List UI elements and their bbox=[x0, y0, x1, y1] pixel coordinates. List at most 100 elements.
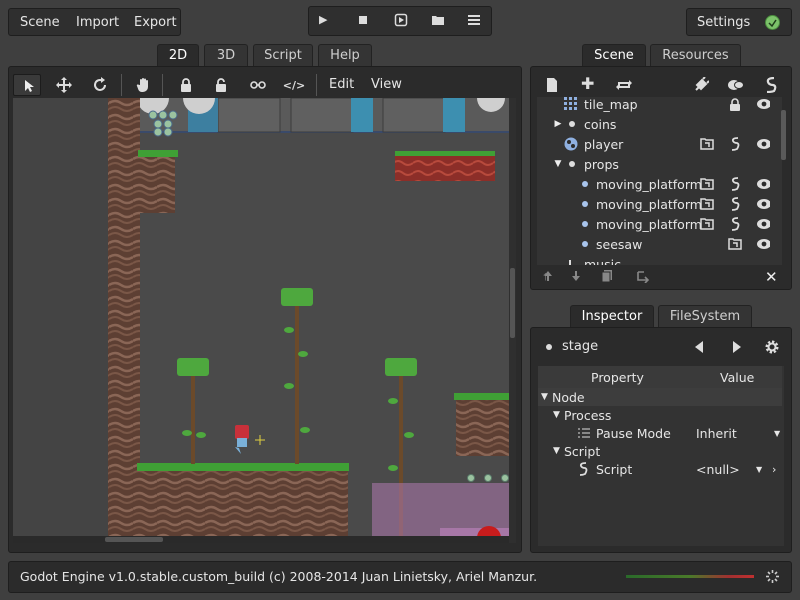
history-forward-icon[interactable] bbox=[731, 339, 743, 355]
rotate-tool-icon[interactable] bbox=[87, 75, 113, 95]
collapse-arrow-icon[interactable]: ▼ bbox=[553, 410, 560, 420]
node-dot-icon bbox=[545, 343, 553, 351]
play-scene-icon[interactable] bbox=[394, 13, 408, 27]
scene-tree: tile_map ▶ coins player ▼ props moving_p… bbox=[537, 97, 782, 265]
script-icon[interactable] bbox=[728, 177, 742, 191]
collapse-arrow-icon[interactable]: ▼ bbox=[551, 157, 565, 171]
tree-item-moving-platform[interactable]: moving_platform bbox=[537, 194, 779, 214]
replace-node-icon[interactable] bbox=[615, 77, 633, 93]
view-menu[interactable]: View bbox=[371, 77, 402, 92]
property-header: Property Value bbox=[538, 366, 782, 388]
tab-inspector[interactable]: Inspector bbox=[570, 305, 654, 327]
node-dot-icon bbox=[578, 217, 592, 231]
script-icon[interactable] bbox=[764, 77, 778, 93]
menu-scene[interactable]: Scene bbox=[20, 15, 60, 30]
code-icon[interactable]: </> bbox=[281, 75, 307, 95]
move-up-icon[interactable] bbox=[543, 270, 553, 282]
gear-icon[interactable] bbox=[764, 339, 780, 355]
delete-node-icon[interactable]: ✕ bbox=[765, 268, 778, 286]
tab-3d[interactable]: 3D bbox=[204, 44, 248, 66]
open-scene-icon[interactable] bbox=[700, 217, 714, 231]
select-tool-button[interactable] bbox=[13, 74, 41, 96]
new-node-icon[interactable] bbox=[545, 77, 559, 93]
script-icon[interactable] bbox=[728, 137, 742, 151]
expand-arrow-icon[interactable]: ▶ bbox=[551, 117, 565, 131]
scene-tree-scrollbar[interactable] bbox=[781, 110, 786, 160]
tree-item-seesaw[interactable]: seesaw bbox=[537, 234, 779, 254]
reparent-icon[interactable] bbox=[636, 269, 650, 283]
connect-signal-icon[interactable] bbox=[693, 77, 709, 93]
section-process[interactable]: ▼ Process bbox=[538, 406, 782, 424]
dropdown-arrow-icon[interactable]: ▼ bbox=[756, 465, 762, 474]
tree-item-label: moving_platform bbox=[596, 176, 702, 192]
property-label: Pause Mode bbox=[596, 425, 671, 441]
collapse-arrow-icon[interactable]: ▼ bbox=[553, 446, 560, 456]
menu-import[interactable]: Import bbox=[76, 15, 119, 30]
add-node-icon[interactable]: ✚ bbox=[581, 76, 594, 92]
dropdown-arrow-icon[interactable]: ▼ bbox=[774, 429, 780, 438]
section-script[interactable]: ▼ Script bbox=[538, 442, 782, 460]
property-table: Property Value ▼ Node ▼ Process Pause Mo… bbox=[538, 366, 784, 546]
pause-mode-dropdown[interactable]: Inherit bbox=[696, 426, 737, 441]
collapse-arrow-icon[interactable]: ▼ bbox=[541, 392, 548, 402]
open-scene-icon[interactable] bbox=[700, 177, 714, 191]
tree-item-tile-map[interactable]: tile_map bbox=[537, 97, 779, 114]
script-icon[interactable] bbox=[728, 197, 742, 211]
property-script[interactable]: Script <null> ▼ › bbox=[538, 460, 782, 478]
move-down-icon[interactable] bbox=[571, 270, 581, 282]
open-scene-icon[interactable] bbox=[700, 197, 714, 211]
tree-item-player[interactable]: player bbox=[537, 134, 779, 154]
script-value-field[interactable]: <null> bbox=[696, 462, 740, 477]
menu-export[interactable]: Export bbox=[134, 15, 177, 30]
tab-help[interactable]: Help bbox=[318, 44, 372, 66]
lock-icon[interactable] bbox=[728, 97, 742, 111]
property-label: Script bbox=[596, 461, 633, 477]
visibility-eye-icon[interactable] bbox=[756, 197, 770, 211]
open-scene-icon[interactable] bbox=[700, 137, 714, 151]
group-icon[interactable] bbox=[245, 75, 271, 95]
tree-item-coins[interactable]: ▶ coins bbox=[537, 114, 779, 134]
groups-icon[interactable] bbox=[727, 78, 745, 92]
toolbar-divider bbox=[162, 74, 163, 96]
open-scene-icon[interactable] bbox=[728, 237, 742, 251]
tree-item-music[interactable]: music bbox=[537, 254, 779, 265]
chevron-right-icon[interactable]: › bbox=[772, 463, 776, 476]
tab-script[interactable]: Script bbox=[253, 44, 313, 66]
section-label: Node bbox=[552, 389, 585, 405]
history-back-icon[interactable] bbox=[693, 339, 705, 355]
top-menu-bar: Scene Import Export bbox=[8, 8, 181, 36]
node-dot-icon bbox=[565, 157, 579, 171]
tree-item-label: music bbox=[584, 256, 621, 266]
game-canvas[interactable] bbox=[13, 98, 516, 543]
tree-item-label: moving_platform bbox=[596, 216, 702, 232]
unlock-icon[interactable] bbox=[208, 75, 234, 95]
tab-filesystem[interactable]: FileSystem bbox=[658, 305, 752, 327]
visibility-eye-icon[interactable] bbox=[756, 137, 770, 151]
duplicate-icon[interactable] bbox=[601, 269, 613, 283]
tilemap-icon bbox=[564, 97, 578, 111]
node-dot-icon bbox=[578, 237, 592, 251]
tree-item-label: props bbox=[584, 156, 619, 172]
visibility-eye-icon[interactable] bbox=[756, 217, 770, 231]
pan-tool-icon[interactable] bbox=[131, 75, 157, 95]
list-icon[interactable] bbox=[467, 13, 481, 27]
tree-item-moving-platform[interactable]: moving_platform bbox=[537, 214, 779, 234]
section-node[interactable]: ▼ Node bbox=[538, 388, 782, 406]
open-scene-icon[interactable] bbox=[431, 13, 445, 27]
tab-2d[interactable]: 2D bbox=[157, 44, 199, 66]
edit-menu[interactable]: Edit bbox=[329, 77, 354, 92]
property-pause-mode[interactable]: Pause Mode Inherit ▼ bbox=[538, 424, 782, 442]
tab-scene[interactable]: Scene bbox=[582, 44, 646, 66]
lock-icon[interactable] bbox=[173, 75, 199, 95]
tree-item-moving-platform[interactable]: moving_platform bbox=[537, 174, 779, 194]
visibility-eye-icon[interactable] bbox=[756, 237, 770, 251]
tree-item-props[interactable]: ▼ props bbox=[537, 154, 779, 174]
play-icon[interactable]: ▶ bbox=[319, 13, 333, 27]
tab-resources[interactable]: Resources bbox=[650, 44, 741, 66]
move-tool-icon[interactable] bbox=[51, 75, 77, 95]
visibility-eye-icon[interactable] bbox=[756, 97, 770, 111]
toolbar-divider bbox=[316, 74, 317, 96]
stop-icon[interactable] bbox=[356, 13, 370, 27]
visibility-eye-icon[interactable] bbox=[756, 177, 770, 191]
script-icon[interactable] bbox=[728, 217, 742, 231]
